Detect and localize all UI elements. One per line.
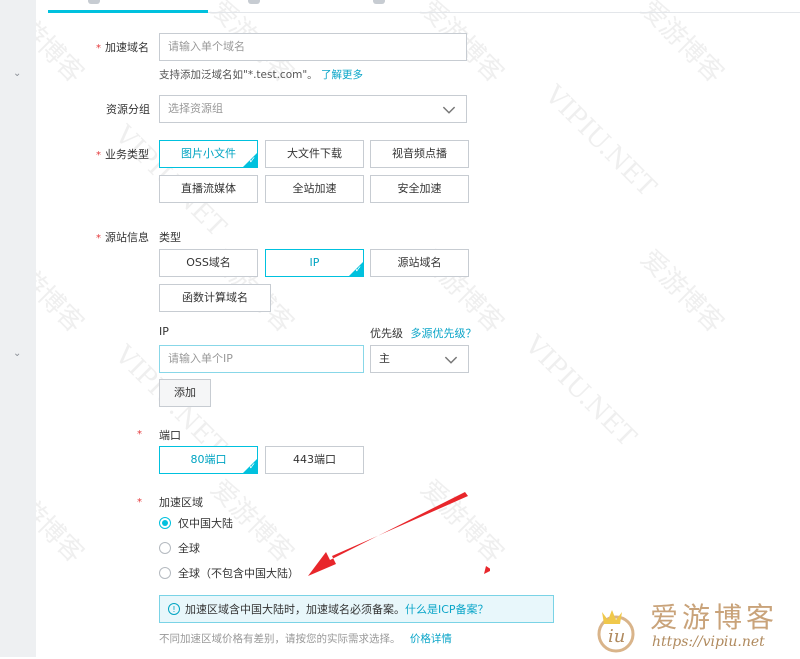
tab-stub[interactable]	[373, 0, 385, 4]
required-mark: *	[137, 429, 142, 440]
biz-type-option[interactable]: 视音频点播	[370, 140, 469, 168]
radio-icon[interactable]	[159, 567, 171, 579]
active-tab-indicator	[48, 10, 208, 13]
origin-type-option[interactable]: 源站域名	[370, 249, 469, 277]
domain-input[interactable]: 请输入单个域名	[159, 33, 467, 61]
region-option[interactable]: 全球	[159, 540, 200, 556]
multi-origin-priority-link[interactable]: 多源优先级？	[411, 327, 477, 340]
radio-icon[interactable]	[159, 542, 171, 554]
origin-type-option[interactable]: OSS域名	[159, 249, 258, 277]
price-detail-link[interactable]: 价格详情	[410, 633, 452, 645]
radio-checked-icon[interactable]	[159, 517, 171, 529]
group-label: 资源分组	[106, 103, 150, 116]
port-option[interactable]: 443端口	[265, 446, 364, 474]
required-mark: *	[137, 497, 142, 508]
priority-value: 主	[379, 352, 390, 365]
origin-type-option[interactable]: 函数计算域名	[159, 284, 271, 312]
check-icon: ✓	[248, 462, 256, 472]
icp-link[interactable]: 什么是ICP备案？	[405, 601, 489, 617]
origin-type-label: 类型	[159, 231, 181, 244]
biz-type-option[interactable]: 安全加速	[370, 175, 469, 203]
check-icon: ✓	[248, 156, 256, 166]
logo-text: 爱游博客	[650, 601, 779, 634]
watermark-text: 爱游博客	[634, 244, 730, 340]
biz-type-option[interactable]: 图片小文件 ✓	[159, 140, 258, 168]
region-option[interactable]: 全球（不包含中国大陆）	[159, 565, 299, 581]
chevron-down-icon	[444, 356, 458, 364]
icp-notice: ! 加速区域含中国大陆时，加速域名必须备案。 什么是ICP备案？	[159, 595, 554, 623]
annotation-arrow-icon	[308, 492, 490, 576]
port-option[interactable]: 80端口 ✓	[159, 446, 258, 474]
logo-emblem-icon: iu	[597, 610, 635, 653]
region-option[interactable]: 仅中国大陆	[159, 515, 233, 531]
chevron-down-icon[interactable]: ⌄	[13, 348, 23, 359]
svg-text:iu: iu	[608, 626, 625, 647]
port-label: 端口	[159, 429, 181, 442]
ip-placeholder: 请输入单个IP	[168, 352, 233, 365]
domain-hint: 支持添加泛域名如"*.test.com"。 了解更多	[159, 69, 364, 81]
tab-bar	[48, 0, 800, 13]
chevron-down-icon	[442, 106, 456, 114]
watermark-text: VIPIU.NET	[538, 80, 662, 203]
resource-group-select[interactable]: 选择资源组	[159, 95, 467, 123]
tab-stub[interactable]	[248, 0, 260, 4]
biz-type-option[interactable]: 直播流媒体	[159, 175, 258, 203]
sidebar: ⌄ ⌄	[0, 0, 36, 657]
priority-select[interactable]: 主	[370, 345, 469, 373]
learn-more-link[interactable]: 了解更多	[321, 69, 363, 81]
biz-type-option[interactable]: 大文件下载	[265, 140, 364, 168]
origin-type-option[interactable]: IP ✓	[265, 249, 364, 277]
domain-placeholder: 请输入单个域名	[168, 40, 245, 53]
watermark-text: 爱游博客	[634, 0, 730, 90]
chevron-down-icon[interactable]: ⌄	[13, 68, 23, 79]
region-label: 加速区域	[159, 496, 203, 509]
ip-label: IP	[159, 325, 169, 338]
blog-logo: iu 爱游博客 https://vipiu.net	[588, 598, 800, 657]
watermark-text: VIPIU.NET	[518, 330, 642, 453]
add-ip-button[interactable]: 添加	[159, 379, 211, 407]
priority-label: 优先级 多源优先级？	[370, 327, 477, 340]
check-icon: ✓	[354, 265, 362, 275]
ip-input[interactable]: 请输入单个IP	[159, 345, 364, 373]
biz-type-label: * 业务类型	[96, 148, 149, 161]
group-placeholder: 选择资源组	[168, 102, 223, 115]
logo-url: https://vipiu.net	[652, 634, 765, 650]
tab-stub[interactable]	[88, 0, 100, 4]
price-hint: 不同加速区域价格有差别，请按您的实际需求选择。 价格详情	[159, 633, 452, 645]
origin-label: * 源站信息	[96, 231, 149, 244]
domain-label: * 加速域名	[96, 41, 149, 54]
info-icon: !	[168, 603, 180, 615]
biz-type-option[interactable]: 全站加速	[265, 175, 364, 203]
